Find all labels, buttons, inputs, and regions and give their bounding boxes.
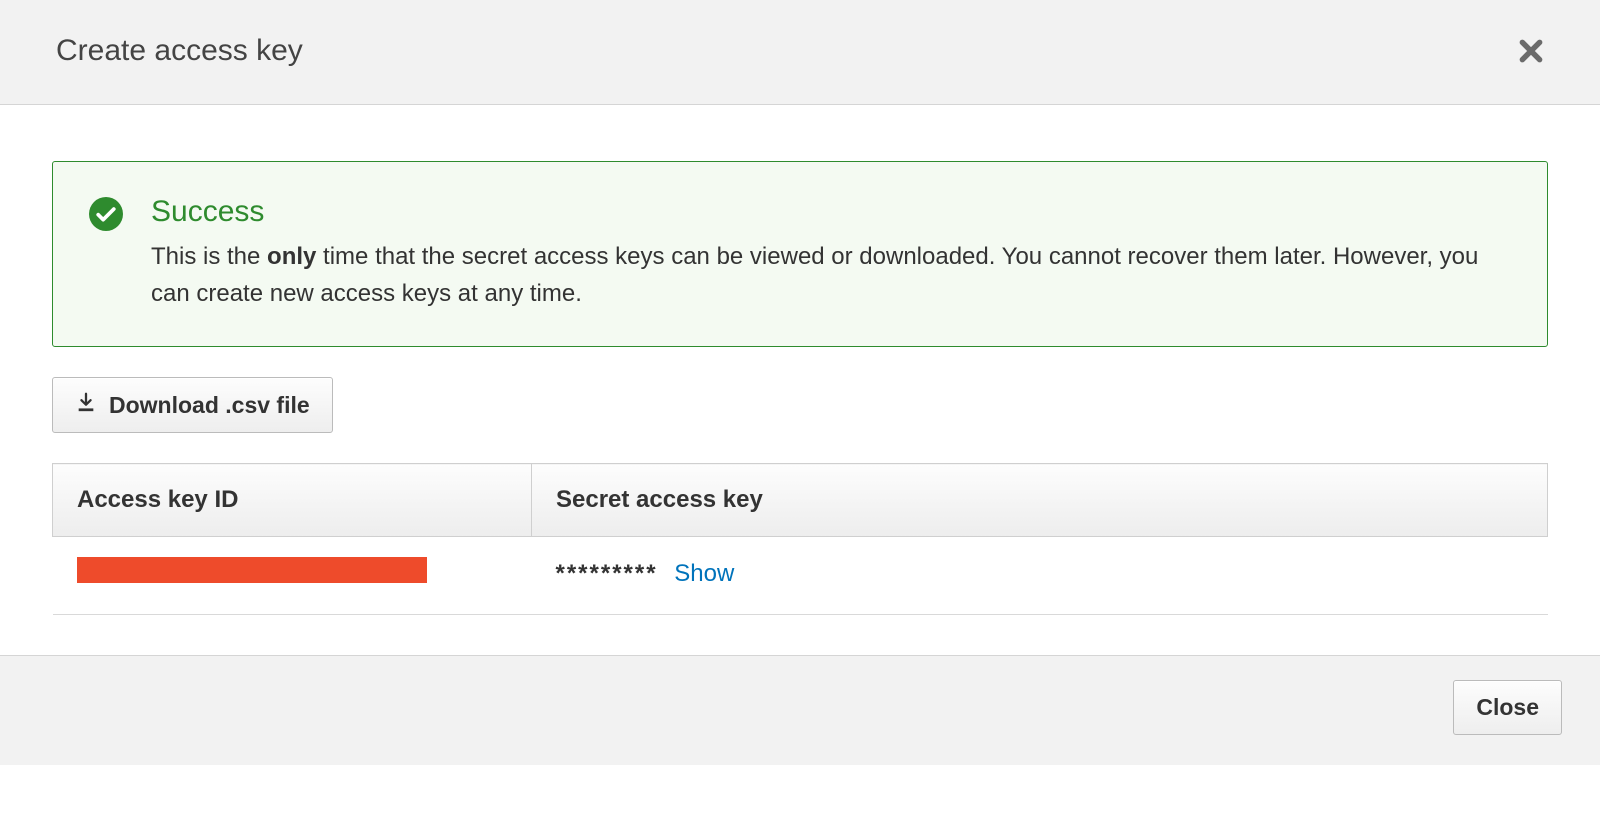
redacted-access-key-id: [77, 557, 427, 583]
alert-desc-bold: only: [267, 243, 316, 270]
alert-desc-pre: This is the: [151, 243, 267, 270]
close-icon[interactable]: [1518, 38, 1544, 64]
alert-desc-post: time that the secret access keys can be …: [151, 243, 1478, 307]
download-csv-button[interactable]: Download .csv file: [52, 377, 333, 433]
secret-masked: *********: [556, 560, 658, 587]
show-secret-link[interactable]: Show: [674, 560, 734, 587]
close-button-label: Close: [1476, 694, 1539, 721]
close-button[interactable]: Close: [1453, 680, 1562, 735]
download-csv-label: Download .csv file: [109, 392, 310, 419]
table-row: ********* Show: [53, 537, 1548, 615]
alert-description: This is the only time that the secret ac…: [151, 238, 1511, 312]
access-keys-table: Access key ID Secret access key ********…: [52, 463, 1548, 615]
col-access-key-id: Access key ID: [53, 464, 532, 537]
modal-header: Create access key: [0, 0, 1600, 105]
table-header-row: Access key ID Secret access key: [53, 464, 1548, 537]
alert-title: Success: [151, 194, 1511, 230]
modal-body: Success This is the only time that the s…: [0, 105, 1600, 655]
cell-access-key-id: [53, 537, 532, 615]
success-check-icon: [89, 197, 123, 231]
cell-secret-access-key: ********* Show: [532, 537, 1548, 615]
create-access-key-modal: Create access key Success This is the on…: [0, 0, 1600, 765]
toolbar: Download .csv file: [52, 377, 1548, 433]
col-secret-access-key: Secret access key: [532, 464, 1548, 537]
modal-title: Create access key: [56, 34, 303, 68]
modal-footer: Close: [0, 655, 1600, 765]
alert-text: Success This is the only time that the s…: [151, 194, 1511, 312]
download-icon: [75, 391, 97, 419]
success-alert: Success This is the only time that the s…: [52, 161, 1548, 347]
